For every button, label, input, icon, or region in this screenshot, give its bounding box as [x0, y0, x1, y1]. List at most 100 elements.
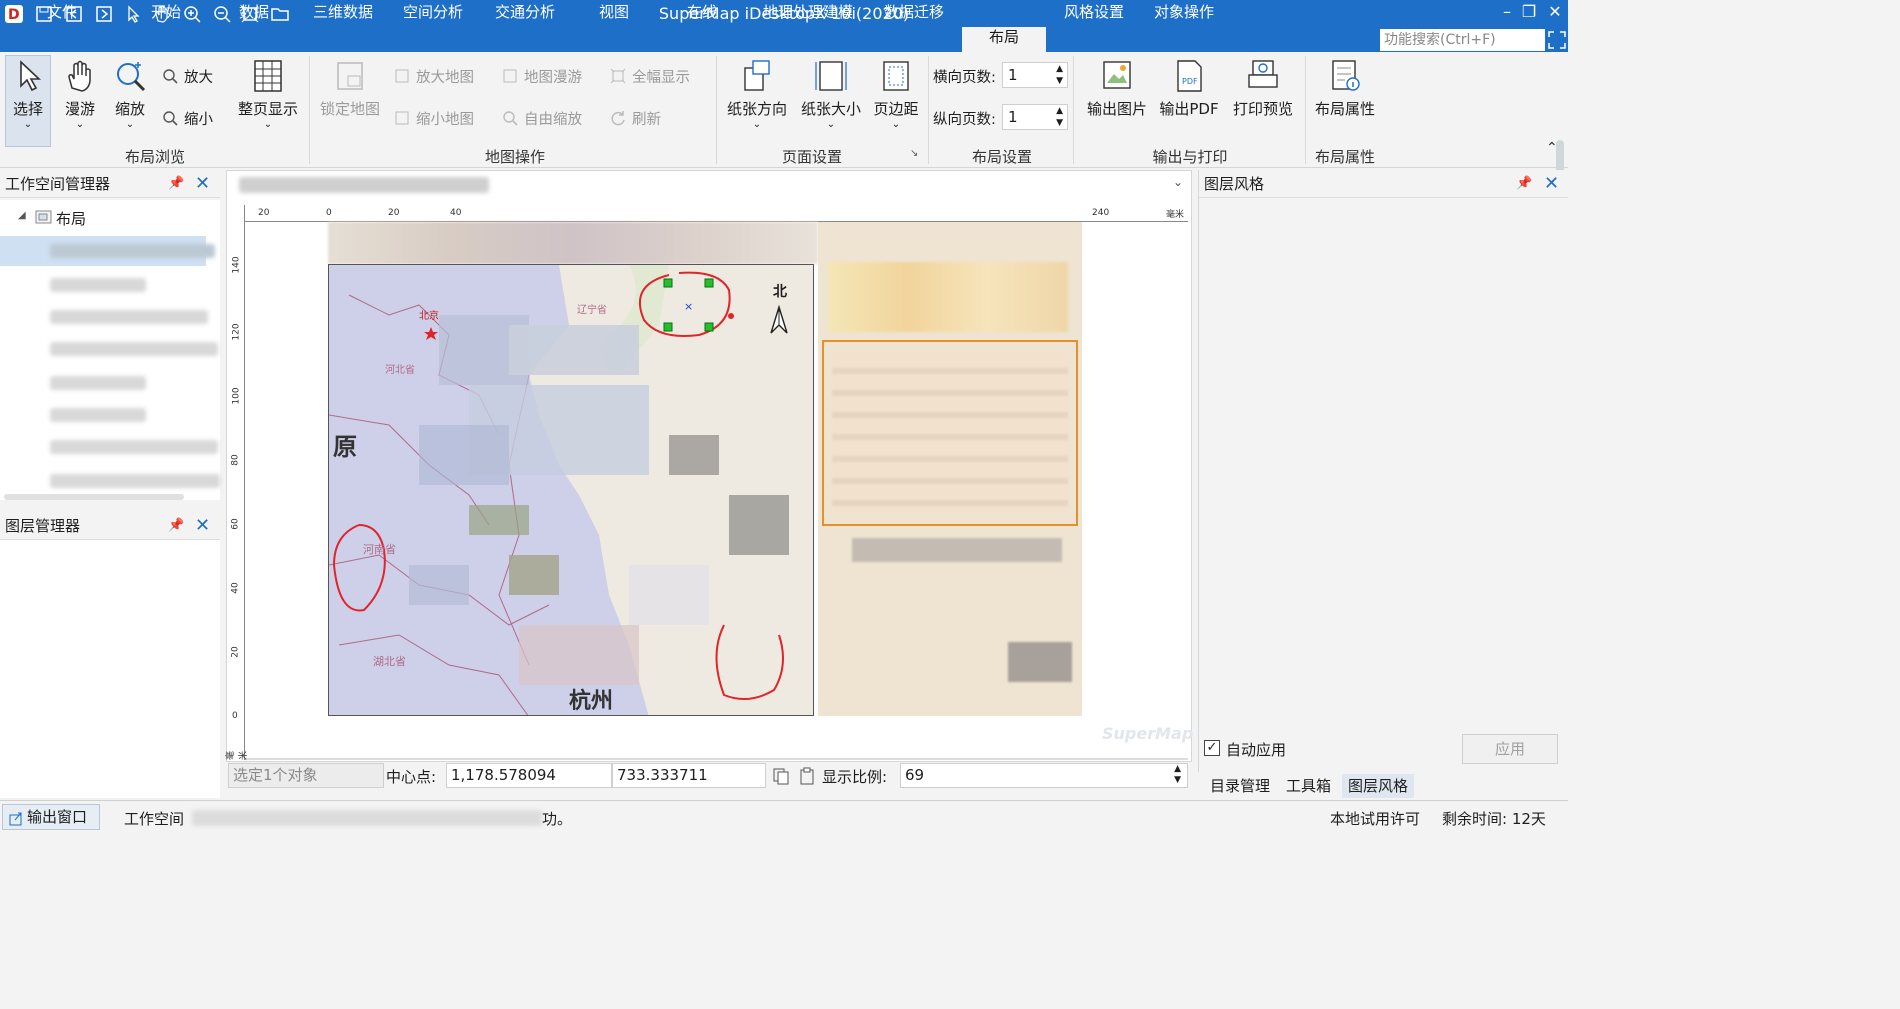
- tree-item-blurred[interactable]: [50, 278, 146, 292]
- pin-icon[interactable]: 📌: [168, 518, 184, 534]
- map-label-char: 原: [333, 432, 357, 461]
- margins-button[interactable]: 页边距 ⌄: [870, 58, 922, 130]
- enlarge-map-button[interactable]: 放大地图: [394, 66, 474, 87]
- tree-item-blurred[interactable]: [50, 408, 146, 422]
- status-bar: 输出窗口 工作空间 功。 本地试用许可 剩余时间: 12天: [0, 800, 1568, 833]
- full-extent-button[interactable]: 全幅显示: [610, 66, 690, 87]
- close-window-button[interactable]: ✕: [1544, 2, 1566, 26]
- auto-apply-checkbox[interactable]: ✓: [1204, 740, 1220, 756]
- remaining-time: 剩余时间: 12天: [1442, 810, 1546, 828]
- tab-data[interactable]: 数据: [224, 2, 284, 24]
- map-label-hebei: 河北省: [385, 365, 415, 376]
- tree-item-blurred[interactable]: [50, 440, 218, 454]
- ruler-tick: 0: [232, 711, 238, 721]
- tree-expander-icon[interactable]: ◢: [18, 210, 26, 221]
- zoom-out-button[interactable]: 缩小: [162, 108, 213, 129]
- tab-traffic-analysis[interactable]: 交通分析: [488, 2, 562, 24]
- pan-button[interactable]: 漫游 ⌄: [58, 58, 102, 130]
- tree-item-blurred[interactable]: [50, 376, 146, 390]
- print-preview-button[interactable]: 打印预览: [1228, 58, 1298, 119]
- tab-online[interactable]: 在线: [674, 2, 730, 24]
- free-zoom-button[interactable]: 自由缩放: [502, 108, 582, 129]
- tab-layer-style[interactable]: 图层风格: [1342, 774, 1415, 798]
- tab-geoprocessing[interactable]: 地理处理建模: [756, 2, 860, 24]
- workspace-manager-header: 工作空间管理器: [0, 170, 220, 198]
- copy-coords-icon[interactable]: [772, 767, 790, 785]
- tab-catalog[interactable]: 目录管理: [1204, 774, 1276, 798]
- tab-layout[interactable]: 布局: [962, 27, 1046, 52]
- layer-manager-title: 图层管理器: [5, 517, 81, 535]
- tab-view[interactable]: 视图: [586, 2, 642, 24]
- tab-spatial-analysis[interactable]: 空间分析: [396, 2, 470, 24]
- close-panel-icon[interactable]: ✕: [195, 175, 210, 193]
- pin-icon[interactable]: 📌: [1516, 176, 1532, 192]
- status-message-blurred: [192, 810, 542, 826]
- spinner-arrows-icon[interactable]: ▲ ▼: [1056, 63, 1063, 87]
- tab-start[interactable]: 开始: [136, 2, 196, 24]
- ruler-tick: 20: [230, 646, 241, 658]
- tree-item-blurred[interactable]: [50, 244, 215, 258]
- lock-map-button[interactable]: 锁定地图: [316, 58, 384, 119]
- center-y-input[interactable]: 733.333711: [612, 763, 766, 788]
- feature-search-input[interactable]: 功能搜索(Ctrl+F): [1380, 29, 1545, 51]
- refresh-button[interactable]: 刷新: [610, 108, 661, 129]
- h-pages-label: 横向页数:: [933, 70, 996, 86]
- ruler-tick: 100: [231, 387, 242, 405]
- tab-style-settings[interactable]: 风格设置: [1056, 2, 1132, 24]
- tree-hscrollbar[interactable]: [4, 494, 184, 500]
- pin-icon[interactable]: 📌: [168, 176, 184, 192]
- zoom-in-button[interactable]: 放大: [162, 66, 213, 87]
- dialog-launcher-icon[interactable]: ↘: [910, 148, 918, 159]
- selection-status: 选定1个对象: [228, 763, 384, 788]
- map-pan-button[interactable]: 地图漫游: [502, 66, 582, 87]
- h-pages-spinner[interactable]: 1 ▲ ▼: [1002, 62, 1068, 88]
- paper-orientation-button[interactable]: 纸张方向 ⌄: [722, 58, 792, 130]
- full-page-button[interactable]: 整页显示 ⌄: [232, 58, 304, 130]
- close-panel-icon[interactable]: ✕: [1544, 175, 1559, 193]
- map-label-liaoning: 辽宁省: [577, 305, 607, 316]
- map-frame[interactable]: × 北 原 北京 河北省 辽宁省 河南省 湖北省 杭州: [328, 264, 814, 716]
- zoom-button[interactable]: 缩放 ⌄: [108, 58, 152, 130]
- layout-properties-button[interactable]: 布局属性: [1310, 58, 1380, 119]
- export-image-icon: [1099, 58, 1135, 94]
- v-pages-spinner[interactable]: 1 ▲ ▼: [1002, 104, 1068, 130]
- ruler-tick: 20: [388, 208, 400, 218]
- scale-label: 显示比例:: [822, 768, 888, 786]
- workspace-tab[interactable]: 工作空间: [124, 808, 184, 829]
- minimize-button[interactable]: –: [1496, 2, 1518, 26]
- paste-coords-icon[interactable]: [798, 767, 816, 785]
- tab-data-migration[interactable]: 数据迁移: [876, 2, 952, 24]
- export-image-button[interactable]: 输出图片: [1082, 58, 1152, 119]
- tab-3d-data[interactable]: 三维数据: [306, 2, 380, 24]
- margins-icon: [878, 58, 914, 94]
- vertical-ruler: 140 120 100 80 60 40 20 0 毫米: [226, 205, 249, 760]
- license-status: 本地试用许可: [1330, 810, 1421, 828]
- refresh-icon: [610, 110, 626, 126]
- restore-button[interactable]: ❐: [1518, 2, 1540, 26]
- center-label: 中心点:: [386, 768, 437, 786]
- tree-item-blurred[interactable]: [50, 474, 220, 488]
- tab-object-ops[interactable]: 对象操作: [1146, 2, 1222, 24]
- tab-list-chevron-icon[interactable]: ⌄: [1173, 175, 1183, 189]
- chevron-down-icon: ⌄: [263, 119, 273, 130]
- spinner-arrows-icon[interactable]: ▲ ▼: [1174, 764, 1181, 786]
- select-button[interactable]: 选择 ⌄: [6, 58, 50, 130]
- chevron-down-icon: ⌄: [752, 119, 762, 130]
- export-pdf-button[interactable]: PDF 输出PDF: [1156, 58, 1222, 119]
- shrink-map-button[interactable]: 缩小地图: [394, 108, 474, 129]
- fullscreen-icon[interactable]: [1548, 31, 1566, 49]
- display-scale-input[interactable]: 69 ▲ ▼: [900, 763, 1188, 788]
- paper-size-button[interactable]: 纸张大小 ⌄: [796, 58, 866, 130]
- tree-item-blurred[interactable]: [50, 342, 218, 356]
- close-panel-icon[interactable]: ✕: [195, 517, 210, 535]
- spinner-arrows-icon[interactable]: ▲ ▼: [1056, 105, 1063, 129]
- center-x-input[interactable]: 1,178.578094: [446, 763, 612, 788]
- output-window-button[interactable]: 输出窗口: [2, 804, 100, 830]
- tab-file[interactable]: 文件: [30, 2, 94, 24]
- apply-button[interactable]: 应用: [1462, 734, 1558, 764]
- tree-item-blurred[interactable]: [50, 310, 208, 324]
- document-tab-blurred[interactable]: [239, 177, 489, 193]
- legend-panel[interactable]: [818, 222, 1082, 716]
- tree-root-label[interactable]: 布局: [56, 208, 86, 229]
- tab-toolbox[interactable]: 工具箱: [1280, 774, 1337, 798]
